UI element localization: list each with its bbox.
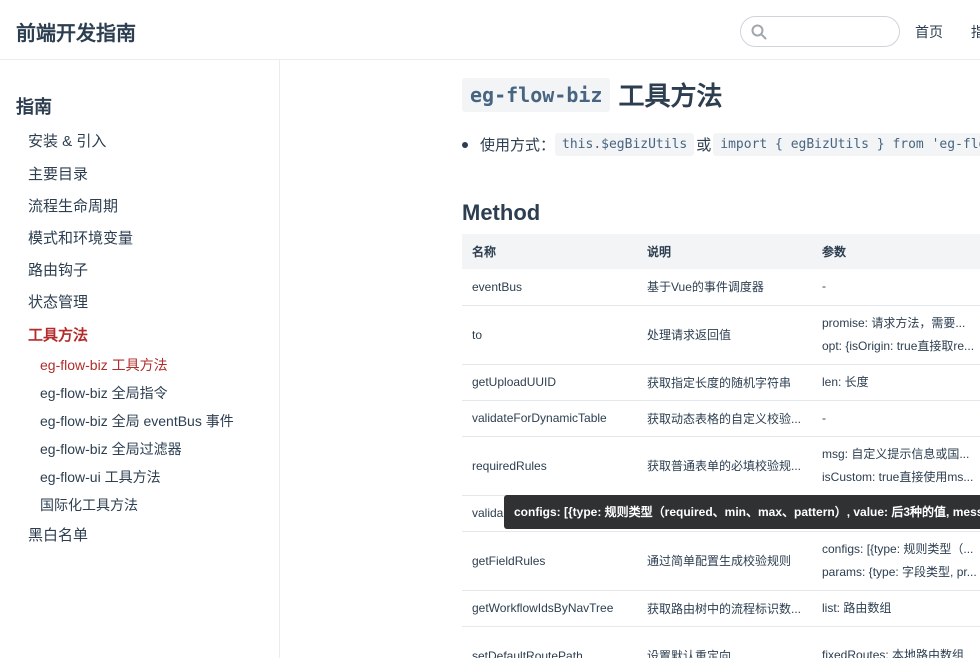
usage-code-import: import { egBizUtils } from 'eg-flow [713, 133, 980, 156]
sidebar-group-title[interactable]: 指南 [16, 93, 52, 119]
table-row: getUploadUUID 获取指定长度的随机字符串 len: 长度 [462, 364, 980, 401]
cell-params: configs: [{type: 规则类型（... params: {type:… [812, 531, 980, 591]
cell-params: len: 长度 [812, 364, 980, 401]
table-row: setDefaultRoutePath 设置默认重定向 fixedRoutes:… [462, 626, 980, 658]
column-header-name: 名称 [462, 234, 637, 269]
table-row: validateForDynamicTable 获取动态表格的自定义校验... … [462, 400, 980, 437]
cell-desc: 基于Vue的事件调度器 [637, 269, 812, 306]
cell-params: fixedRoutes: 本地路由数组 [812, 626, 980, 658]
cell-params: promise: 请求方法，需要... opt: {isOrigin: true… [812, 305, 980, 365]
param-line: opt: {isOrigin: true直接取re... [822, 338, 975, 353]
sidebar-subitem-biz-eventbus[interactable]: eg-flow-biz 全局 eventBus 事件 [40, 411, 234, 431]
sidebar-item-utils[interactable]: 工具方法 [28, 324, 88, 345]
cell-name: eventBus [462, 269, 637, 306]
param-line: fixedRoutes: 本地路由数组 [822, 648, 965, 658]
sidebar-item-state[interactable]: 状态管理 [28, 291, 88, 312]
cell-name: getWorkflowIdsByNavTree [462, 590, 637, 627]
usage-code-this: this.$egBizUtils [555, 133, 695, 156]
table-row: eventBus 基于Vue的事件调度器 - [462, 269, 980, 306]
nav-links: 首页 指 [915, 22, 980, 42]
cell-desc[interactable]: 获取普通表单的必填校验规... [637, 436, 812, 496]
site-name[interactable]: 前端开发指南 [16, 17, 136, 46]
nav-link-guide[interactable]: 指 [971, 24, 980, 40]
table-row: to 处理请求返回值 promise: 请求方法，需要... opt: {isO… [462, 305, 980, 365]
param-line[interactable]: msg: 自定义提示信息或国... [822, 443, 980, 466]
sidebar-subitem-ui-utils[interactable]: eg-flow-ui 工具方法 [40, 467, 161, 487]
sidebar-subitem-biz-filters[interactable]: eg-flow-biz 全局过滤器 [40, 439, 182, 459]
cell-name: setDefaultRoutePath [462, 626, 637, 658]
sidebar-subitem-biz-directives[interactable]: eg-flow-biz 全局指令 [40, 383, 168, 403]
sidebar-subitem-i18n-utils[interactable]: 国际化工具方法 [40, 495, 138, 515]
sidebar: 指南 安装 & 引入 主要目录 流程生命周期 模式和环境变量 路由钩子 状态管理… [0, 60, 280, 658]
table-header-row: 名称 说明 参数 [462, 234, 980, 269]
param-line: list: 路由数组 [822, 600, 892, 615]
main-content: eg-flow-biz 工具方法 使用方式： this.$egBizUtils … [281, 60, 980, 658]
cell-desc: 处理请求返回值 [637, 305, 812, 365]
tooltip: configs: [{type: 规则类型（required、min、max、p… [504, 495, 980, 529]
sidebar-subitem-biz-utils[interactable]: eg-flow-biz 工具方法 [40, 355, 168, 375]
sidebar-item-directory[interactable]: 主要目录 [28, 163, 88, 184]
cell-params: - [812, 269, 980, 306]
table-row: requiredRules 获取普通表单的必填校验规... msg: 自定义提示… [462, 436, 980, 496]
section-title-method: Method [462, 200, 541, 225]
param-line: len: 长度 [822, 374, 869, 389]
cell-params: list: 路由数组 [812, 590, 980, 627]
search-box[interactable] [740, 16, 900, 47]
cell-name: requiredRules [462, 436, 637, 496]
page-title-code: eg-flow-biz [462, 77, 611, 112]
nav-link-home[interactable]: 首页 [915, 24, 943, 40]
page-title-text: 工具方法 [618, 81, 723, 111]
cell-name: to [462, 305, 637, 365]
column-header-desc: 说明 [637, 234, 812, 269]
cell-desc: 获取指定长度的随机字符串 [637, 364, 812, 401]
param-line: promise: 请求方法，需要... [822, 315, 966, 330]
page-title: eg-flow-biz 工具方法 [462, 76, 722, 113]
param-line[interactable]: configs: [{type: 规则类型（... [822, 538, 980, 561]
sidebar-item-env[interactable]: 模式和环境变量 [28, 227, 133, 248]
table-row: getWorkflowIdsByNavTree 获取路由树中的流程标识数... … [462, 590, 980, 627]
cell-name: getUploadUUID [462, 364, 637, 401]
sidebar-item-blacklist[interactable]: 黑白名单 [28, 524, 88, 545]
cell-desc: 设置默认重定向 [637, 626, 812, 658]
param-line[interactable]: params: {type: 字段类型, pr... [822, 561, 980, 584]
column-header-params: 参数 [812, 234, 980, 269]
sidebar-item-router-hooks[interactable]: 路由钩子 [28, 259, 88, 280]
table-row: getFieldRules 通过简单配置生成校验规则 configs: [{ty… [462, 531, 980, 591]
param-line: - [822, 279, 826, 294]
search-input[interactable] [773, 21, 893, 43]
cell-params: msg: 自定义提示信息或国... isCustom: true直接使用ms..… [812, 436, 980, 496]
sidebar-item-install[interactable]: 安装 & 引入 [28, 130, 106, 151]
cell-params: - [812, 400, 980, 437]
cell-desc: 通过简单配置生成校验规则 [637, 531, 812, 591]
search-icon [751, 24, 767, 40]
bullet-icon [462, 141, 468, 148]
param-line: - [822, 410, 826, 425]
methods-table: 名称 说明 参数 eventBus 基于Vue的事件调度器 - to 处理请求返… [462, 234, 980, 658]
usage-line: 使用方式： this.$egBizUtils 或 import { egBizU… [462, 133, 980, 156]
usage-or: 或 [696, 137, 712, 154]
cell-name: validateForDynamicTable [462, 400, 637, 437]
navbar: 前端开发指南 首页 指 [0, 0, 980, 60]
cell-desc[interactable]: 获取路由树中的流程标识数... [637, 590, 812, 627]
sidebar-item-lifecycle[interactable]: 流程生命周期 [28, 195, 118, 216]
usage-label: 使用方式： [480, 137, 556, 154]
param-line[interactable]: isCustom: true直接使用ms... [822, 466, 980, 489]
cell-name: getFieldRules [462, 531, 637, 591]
cell-desc[interactable]: 获取动态表格的自定义校验... [637, 400, 812, 437]
